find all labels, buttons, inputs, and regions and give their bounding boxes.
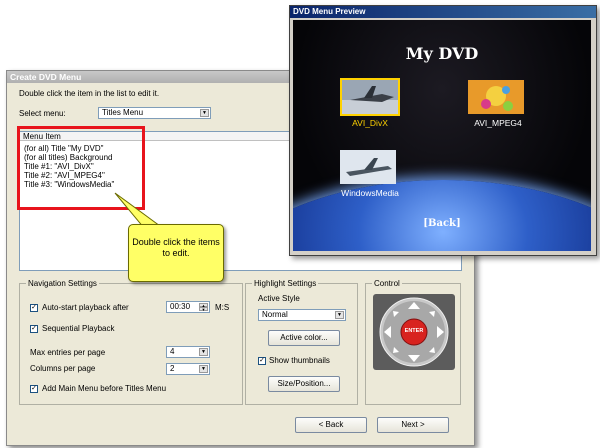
active-style-dropdown[interactable]: Normal ▼ xyxy=(258,309,346,321)
dvd-title: My DVD xyxy=(405,44,479,63)
navigation-settings-label: Navigation Settings xyxy=(26,279,99,288)
active-style-label: Active Style xyxy=(258,294,300,303)
autostart-checkbox[interactable]: ✓ xyxy=(30,304,38,312)
chevron-down-icon[interactable]: ▼ xyxy=(200,109,209,117)
aircraft-thumbnail-icon xyxy=(340,150,396,184)
next-button[interactable]: Next > xyxy=(377,417,449,433)
add-main-menu-label: Add Main Menu before Titles Menu xyxy=(42,384,167,393)
title-caption-3[interactable]: WindowsMedia xyxy=(326,188,414,198)
title-thumbnail-2[interactable] xyxy=(468,80,524,114)
show-thumbnails-label: Show thumbnails xyxy=(269,356,330,365)
dvd-menu-preview-window: DVD Menu Preview My DVD AVI_DivX AVI_MPE… xyxy=(289,5,597,256)
size-position-button[interactable]: Size/Position... xyxy=(268,376,340,392)
control-group: Control ENTER xyxy=(365,279,461,405)
instruction-text: Double click the item in the list to edi… xyxy=(19,89,160,98)
highlight-settings-group: Highlight Settings Active Style Normal ▼… xyxy=(245,279,358,405)
active-color-button[interactable]: Active color... xyxy=(268,330,340,346)
spin-down-icon[interactable]: ▼ xyxy=(199,307,208,312)
highlight-settings-label: Highlight Settings xyxy=(252,279,319,288)
back-button[interactable]: < Back xyxy=(295,417,367,433)
select-menu-dropdown[interactable]: Titles Menu ▼ xyxy=(98,107,211,119)
select-menu-label: Select menu: xyxy=(19,109,66,118)
max-entries-dropdown[interactable]: 4 ▼ xyxy=(166,346,210,358)
columns-dropdown[interactable]: 2 ▼ xyxy=(166,363,210,375)
preview-back-button[interactable]: [Back] xyxy=(293,218,591,229)
select-menu-value: Titles Menu xyxy=(102,108,144,117)
autostart-label: Auto-start playback after xyxy=(42,303,129,312)
title-caption-1[interactable]: AVI_DivX xyxy=(326,118,414,128)
remote-control-pad[interactable]: ENTER xyxy=(373,294,455,370)
preview-screen: My DVD AVI_DivX AVI_MPEG4 WindowsMedia [… xyxy=(293,20,591,251)
time-unit-label: M:S xyxy=(215,303,230,312)
columns-label: Columns per page xyxy=(30,364,96,373)
callout-text: Double click the items to edit. xyxy=(132,237,220,258)
chevron-down-icon[interactable]: ▼ xyxy=(335,311,344,319)
columns-value: 2 xyxy=(170,364,175,373)
callout-bubble: Double click the items to edit. xyxy=(128,224,224,282)
chevron-down-icon[interactable]: ▼ xyxy=(199,348,208,356)
title-thumbnail-1[interactable] xyxy=(340,78,400,116)
active-style-value: Normal xyxy=(262,310,288,319)
chevron-down-icon[interactable]: ▼ xyxy=(199,365,208,373)
autostart-time-spinner[interactable]: 00:30 ▲ ▼ xyxy=(166,301,210,313)
autostart-time-value: 00:30 xyxy=(170,302,191,311)
control-label: Control xyxy=(372,279,402,288)
show-thumbnails-checkbox[interactable]: ✓ xyxy=(258,357,266,365)
preview-title: DVD Menu Preview xyxy=(290,6,596,18)
title-thumbnail-3[interactable] xyxy=(340,150,396,184)
max-entries-value: 4 xyxy=(170,347,175,356)
navigation-settings-group: Navigation Settings ✓ Auto-start playbac… xyxy=(19,279,243,405)
enter-button[interactable]: ENTER xyxy=(373,328,455,334)
sequential-label: Sequential Playback xyxy=(42,324,115,333)
title-caption-2[interactable]: AVI_MPEG4 xyxy=(454,118,542,128)
sequential-checkbox[interactable]: ✓ xyxy=(30,325,38,333)
cartoon-thumbnail-icon xyxy=(468,80,524,114)
max-entries-label: Max entries per page xyxy=(30,348,106,357)
add-main-menu-checkbox[interactable]: ✓ xyxy=(30,385,38,393)
jet-thumbnail-icon xyxy=(342,80,398,114)
